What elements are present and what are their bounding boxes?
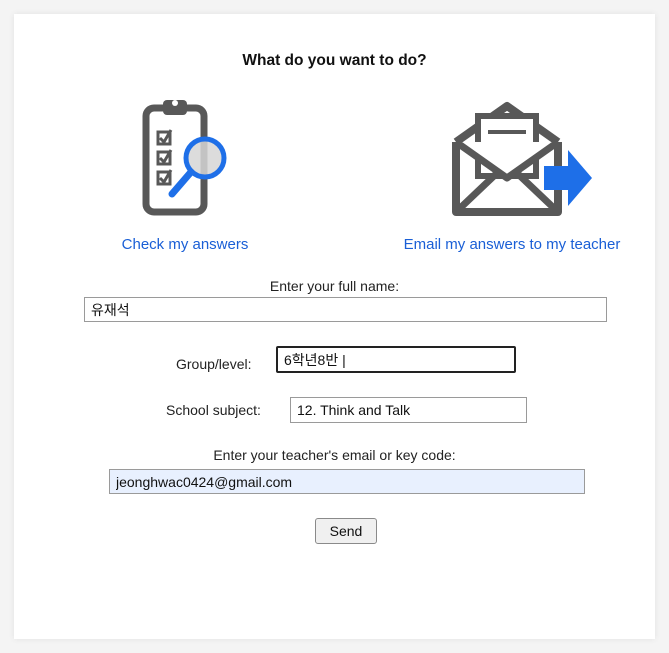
teacher-email-input[interactable] [109,469,585,494]
full-name-label: Enter your full name: [269,278,400,294]
envelope-send-icon[interactable] [422,94,602,222]
send-button[interactable]: Send [315,518,377,544]
teacher-email-label: Enter your teacher's email or key code: [213,447,456,463]
send-dialog: What do you want to do? Check my answers [14,14,655,639]
full-name-input[interactable] [84,297,607,322]
email-teacher-link[interactable]: Email my answers to my teacher [372,236,652,253]
check-answers-option[interactable]: Check my answers [100,94,270,253]
clipboard-magnifier-icon[interactable] [130,94,240,222]
group-level-label: Group/level: [176,356,252,372]
school-subject-label: School subject: [166,402,261,418]
email-teacher-option[interactable]: Email my answers to my teacher [372,94,652,253]
check-answers-link[interactable]: Check my answers [100,236,270,253]
dialog-title: What do you want to do? [242,52,427,69]
group-level-input[interactable] [276,346,516,373]
school-subject-input[interactable] [290,397,527,423]
